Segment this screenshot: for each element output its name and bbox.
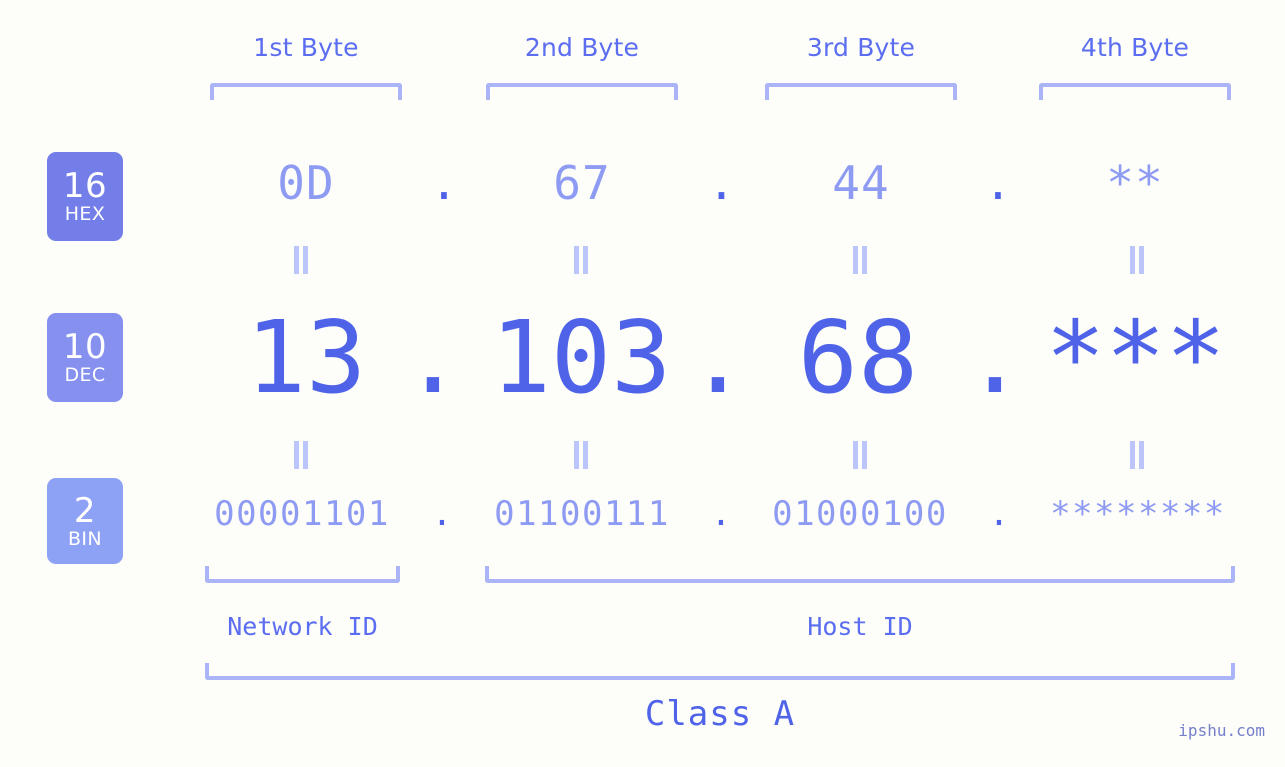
equals-mark-hex-dec-3 [853, 246, 867, 274]
dec-byte-4: *** [1045, 299, 1226, 416]
dec-separator-1: . [402, 299, 464, 416]
bin-separator-2: . [710, 494, 732, 534]
dec-separator-3: . [964, 299, 1026, 416]
hex-byte-3: 44 [832, 156, 890, 210]
hex-byte-4: ** [1106, 156, 1164, 210]
watermark: ipshu.com [1178, 721, 1265, 740]
byte-bracket-top-2 [486, 83, 678, 100]
base-badge-bin-name: BIN [67, 527, 103, 550]
byte-header-label-1: 1st Byte [253, 33, 359, 62]
hex-separator-2: . [707, 156, 736, 210]
bin-byte-1: 00001101 [214, 494, 390, 534]
class-bracket [205, 663, 1235, 680]
equals-mark-dec-bin-3 [853, 441, 867, 469]
dec-separator-2: . [687, 299, 749, 416]
equals-mark-hex-dec-4 [1130, 246, 1144, 274]
dec-byte-1: 13 [245, 299, 367, 416]
equals-mark-dec-bin-1 [294, 441, 308, 469]
class-label: Class A [644, 694, 796, 734]
byte-header-label-4: 4th Byte [1080, 33, 1190, 62]
bin-separator-1: . [431, 494, 453, 534]
network-id-label: Network ID [227, 612, 378, 641]
bin-separator-3: . [988, 494, 1010, 534]
hex-byte-1: 0D [277, 156, 335, 210]
hex-byte-2: 67 [553, 156, 611, 210]
byte-bracket-top-3 [765, 83, 957, 100]
base-badge-hex: 16 HEX [47, 152, 123, 241]
network-id-bracket [205, 566, 400, 583]
bin-byte-3: 01000100 [772, 494, 948, 534]
bin-byte-4: ******** [1050, 494, 1226, 534]
base-badge-bin: 2 BIN [47, 478, 123, 564]
byte-bracket-top-4 [1039, 83, 1231, 100]
equals-mark-hex-dec-2 [574, 246, 588, 274]
equals-mark-hex-dec-1 [294, 246, 308, 274]
host-id-bracket [485, 566, 1235, 583]
dec-byte-2: 103 [490, 299, 672, 416]
equals-mark-dec-bin-2 [574, 441, 588, 469]
hex-separator-1: . [430, 156, 458, 210]
bin-byte-2: 01100111 [494, 494, 670, 534]
byte-bracket-top-1 [210, 83, 402, 100]
base-badge-hex-name: HEX [64, 203, 106, 225]
base-badge-dec-name: DEC [64, 364, 106, 386]
base-badge-bin-number: 2 [73, 490, 97, 531]
base-badge-dec: 10 DEC [47, 313, 123, 402]
equals-mark-dec-bin-4 [1130, 441, 1144, 469]
base-badge-dec-number: 10 [62, 327, 108, 367]
base-badge-hex-number: 16 [62, 166, 108, 206]
hex-separator-3: . [984, 156, 1012, 210]
host-id-label: Host ID [807, 612, 913, 641]
ip-address-breakdown-diagram: 1st Byte 2nd Byte 3rd Byte 4th Byte 16 H… [0, 0, 1285, 767]
dec-byte-3: 68 [797, 299, 919, 416]
byte-header-label-3: 3rd Byte [806, 33, 916, 62]
byte-header-label-2: 2nd Byte [524, 33, 640, 62]
